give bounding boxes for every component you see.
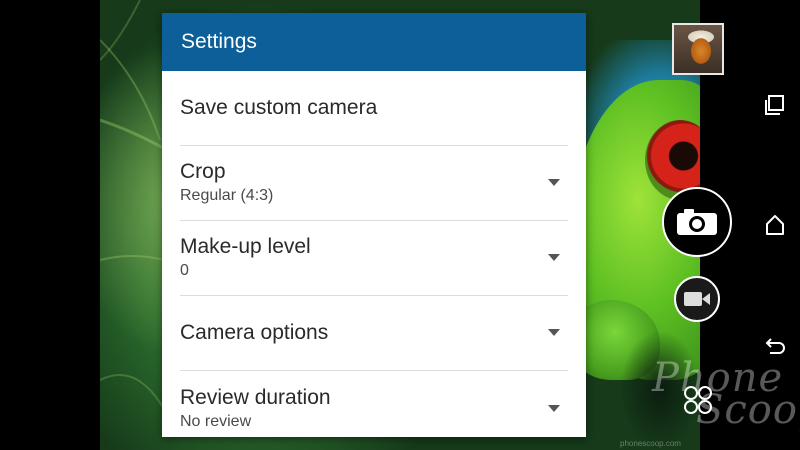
dropdown-arrow-icon — [548, 329, 560, 336]
menu-item-label: Review duration — [180, 385, 331, 409]
dropdown-arrow-icon — [548, 179, 560, 186]
camera-controls — [660, 0, 750, 450]
watermark-url: phonescoop.com — [620, 439, 681, 448]
back-icon — [765, 338, 785, 354]
camera-modes-icon — [684, 386, 712, 414]
menu-item-save-custom-camera[interactable]: Save custom camera — [180, 71, 568, 146]
settings-dialog: Settings Save custom camera Crop Regular… — [162, 13, 586, 437]
menu-item-value: 0 — [180, 262, 189, 279]
menu-item-value: Regular (4:3) — [180, 187, 274, 204]
back-button[interactable] — [763, 333, 787, 357]
menu-item-crop[interactable]: Crop Regular (4:3) — [180, 146, 568, 221]
camera-icon — [677, 209, 717, 235]
dropdown-arrow-icon — [548, 404, 560, 412]
recent-apps-icon — [765, 95, 784, 115]
camera-screen: Settings Save custom camera Crop Regular… — [0, 0, 800, 450]
menu-item-camera-options[interactable]: Camera options — [180, 296, 568, 371]
menu-item-label: Save custom camera — [180, 96, 378, 119]
menu-item-label: Make-up level — [180, 235, 311, 258]
home-button[interactable] — [763, 213, 787, 237]
video-record-button[interactable] — [674, 276, 720, 322]
camera-modes-button[interactable] — [682, 384, 714, 416]
menu-item-review-duration[interactable]: Review duration No review — [180, 371, 568, 437]
menu-item-label: Crop — [180, 160, 226, 183]
dialog-title: Settings — [181, 30, 257, 53]
gallery-thumbnail[interactable] — [672, 23, 724, 75]
recent-apps-button[interactable] — [763, 93, 787, 117]
dialog-header: Settings — [162, 13, 586, 71]
menu-item-make-up-level[interactable]: Make-up level 0 — [180, 221, 568, 296]
menu-item-value: No review — [180, 412, 252, 430]
menu-item-label: Camera options — [180, 321, 329, 344]
shutter-button[interactable] — [662, 187, 732, 257]
dropdown-arrow-icon — [548, 254, 560, 261]
home-icon — [766, 215, 784, 235]
navigation-bar — [750, 0, 800, 450]
video-camera-icon — [684, 292, 710, 306]
